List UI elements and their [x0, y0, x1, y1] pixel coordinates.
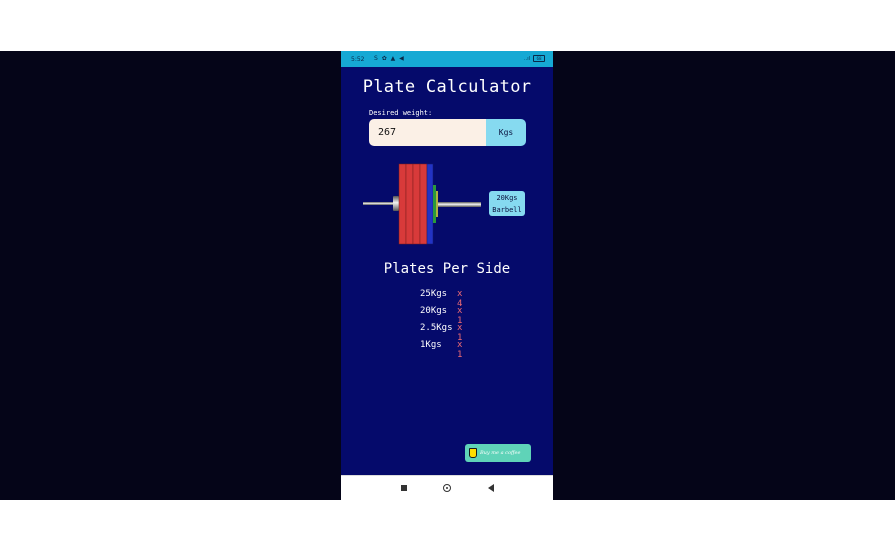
barbell-weight-button[interactable]: 20Kgs Barbell	[489, 191, 525, 216]
triangle-back-icon	[488, 484, 494, 492]
unit-toggle-button[interactable]: Kgs	[486, 119, 526, 146]
plate-25-3	[412, 163, 421, 245]
plate-weight: 2.5Kgs	[420, 323, 453, 333]
page-title: Plate Calculator	[362, 77, 532, 97]
desired-weight-input[interactable]	[369, 119, 486, 146]
plate-25-2	[405, 163, 414, 245]
phone-screen: 5:52 S ✿ ▲ ◀ ..ıl 68 Plate Calculator De…	[341, 51, 553, 500]
barbell-weight-value: 20Kgs	[496, 194, 518, 202]
coffee-cup-icon	[469, 448, 477, 458]
home-button[interactable]	[435, 476, 459, 500]
plate-1	[436, 191, 438, 217]
coffee-label: Buy me a coffee	[480, 450, 521, 456]
bar-left-end	[363, 202, 397, 205]
android-nav-bar	[341, 475, 553, 500]
recent-apps-button[interactable]	[392, 476, 416, 500]
battery-icon: 68	[533, 55, 545, 62]
status-time: 5:52	[351, 56, 365, 63]
plate-weight: 25Kgs	[420, 289, 448, 299]
plate-weight: 1Kgs	[420, 340, 442, 350]
status-right: ..ıl 68	[524, 55, 545, 62]
desired-weight-label: Desired weight:	[369, 109, 433, 117]
circle-icon	[443, 484, 451, 492]
plate-2-5	[433, 185, 436, 223]
buy-me-a-coffee-button[interactable]: Buy me a coffee	[465, 444, 531, 462]
square-icon	[401, 485, 407, 491]
plate-25-1	[398, 163, 407, 245]
barbell-weight-name: Barbell	[492, 206, 522, 214]
signal-icon: ..ıl	[524, 55, 530, 62]
plate-weight: 20Kgs	[420, 306, 448, 316]
status-bar: 5:52 S ✿ ▲ ◀ ..ıl 68	[341, 51, 553, 67]
plate-25-4	[419, 163, 428, 245]
bar-left-collar	[393, 196, 399, 211]
plate-count: x 1	[457, 340, 463, 360]
plates-per-side-title: Plates Per Side	[383, 261, 511, 277]
notification-icons: S ✿ ▲ ◀	[374, 55, 405, 62]
bar-sleeve	[437, 202, 481, 207]
plate-20	[426, 163, 434, 245]
back-button[interactable]	[479, 476, 503, 500]
